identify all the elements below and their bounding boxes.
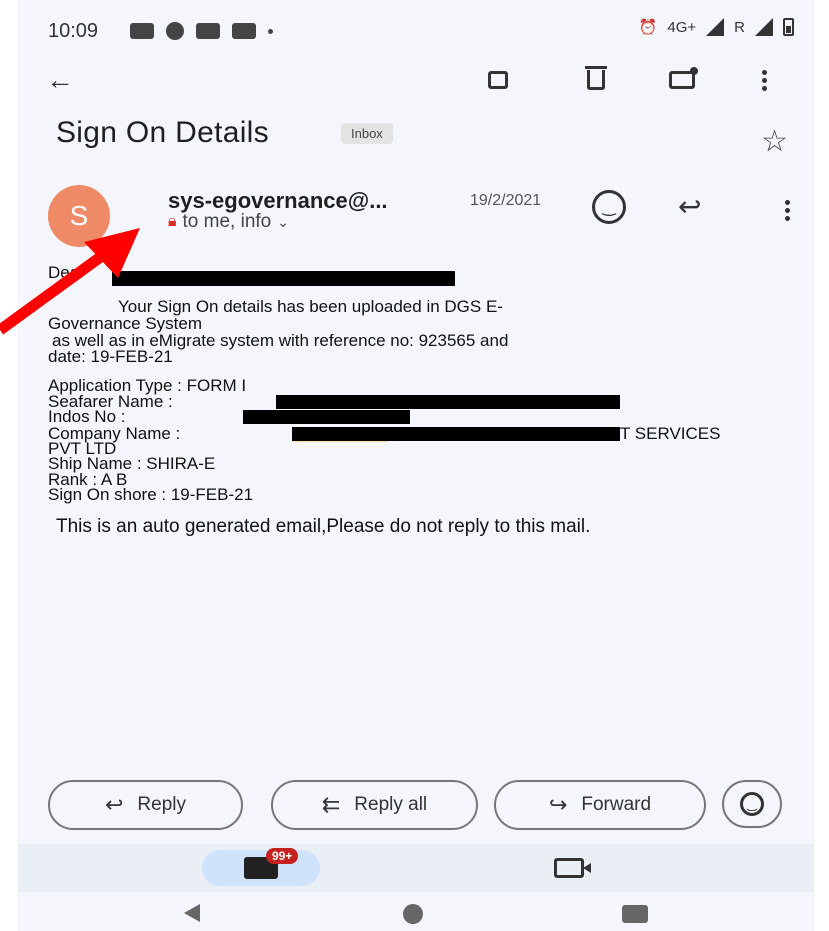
no-encryption-icon: 🔒︎ [168, 213, 177, 230]
toolbar: ← [18, 56, 814, 104]
delete-button[interactable] [572, 56, 620, 104]
facebook-icon [166, 22, 184, 40]
back-button[interactable]: ← [36, 56, 84, 104]
annotation-arrow-head [84, 228, 140, 278]
redaction [243, 410, 410, 424]
body-line: date: 19-FEB-21 [48, 347, 173, 366]
company-name-tail: T SERVICES [620, 424, 721, 443]
redaction [112, 271, 455, 286]
notification-icon [130, 23, 154, 39]
back-arrow-icon: ← [46, 64, 74, 95]
unread-badge: 99+ [266, 848, 299, 864]
system-home-icon[interactable] [403, 904, 423, 924]
more-button[interactable] [740, 56, 788, 104]
status-time: 10:09 [48, 20, 99, 42]
alarm-icon: ⏰ [638, 19, 658, 36]
react-emoji-button[interactable]: ‿ [592, 190, 626, 224]
status-bar: 10:09 ⏰ 4G+ R [18, 0, 814, 64]
reply-all-icon: ⇇ [321, 792, 341, 817]
network-type: 4G+ [667, 18, 697, 36]
smile-icon: ‿ [740, 792, 764, 816]
reply-icon: ↩ [678, 191, 702, 222]
more-vert-icon [761, 69, 767, 91]
email-date: 19/2/2021 [470, 192, 542, 209]
reply-icon-button[interactable]: ↩ [678, 190, 701, 223]
recipients-toggle[interactable]: 🔒︎ to me, info ⌄ [168, 211, 289, 233]
smile-icon: ‿ [602, 199, 616, 216]
reply-label: Reply [137, 794, 186, 815]
mail-unread-icon [669, 67, 698, 89]
youtube-icon [196, 23, 220, 39]
inbox-label[interactable]: Inbox [341, 123, 393, 144]
recipients-label: to me, info [182, 211, 272, 232]
nav-meet-tab[interactable] [554, 858, 591, 878]
annotation-arrow-shaft [0, 245, 114, 335]
forward-label: Forward [581, 794, 652, 815]
forward-icon: ↪ [548, 792, 568, 817]
reply-icon: ↩ [104, 792, 124, 817]
chevron-down-icon: ⌄ [277, 213, 289, 230]
system-back-icon[interactable] [184, 904, 200, 922]
youtube-icon [232, 23, 256, 39]
message-more-button[interactable] [763, 186, 811, 234]
auto-generated-note: This is an auto generated email,Please d… [56, 516, 591, 537]
system-recents-icon[interactable] [622, 905, 648, 923]
roaming-label: R [734, 18, 745, 36]
bottom-nav: 99+ [18, 844, 814, 892]
trash-icon [585, 66, 607, 90]
mark-unread-button[interactable] [658, 56, 706, 104]
mail-screen: 10:09 ⏰ 4G+ R ← Sign On Details Inbox ☆ … [18, 0, 814, 931]
reply-all-label: Reply all [354, 794, 428, 815]
annotation-arrow [0, 228, 140, 335]
forward-button[interactable]: ↪ Forward [494, 780, 706, 830]
star-icon[interactable]: ☆ [761, 124, 788, 159]
signal-icon [706, 18, 725, 36]
emoji-react-button[interactable]: ‿ [722, 780, 782, 828]
nav-mail-tab[interactable] [202, 850, 320, 886]
sign-on-shore: Sign On shore : 19-FEB-21 [48, 485, 254, 504]
signal-icon-2 [755, 18, 773, 36]
system-nav-bar [18, 892, 814, 931]
reply-button[interactable]: ↩ Reply [48, 780, 243, 830]
redaction [276, 395, 620, 409]
status-indicators: ⏰ 4G+ R [639, 18, 794, 36]
archive-icon [488, 71, 508, 89]
email-subject: Sign On Details [56, 116, 269, 149]
more-vert-icon [784, 199, 790, 221]
archive-button[interactable] [474, 56, 522, 104]
more-notifications-dot [268, 28, 273, 34]
reply-all-button[interactable]: ⇇ Reply all [271, 780, 478, 830]
battery-icon [783, 18, 794, 36]
redaction [292, 427, 620, 441]
notification-icons [130, 22, 273, 40]
